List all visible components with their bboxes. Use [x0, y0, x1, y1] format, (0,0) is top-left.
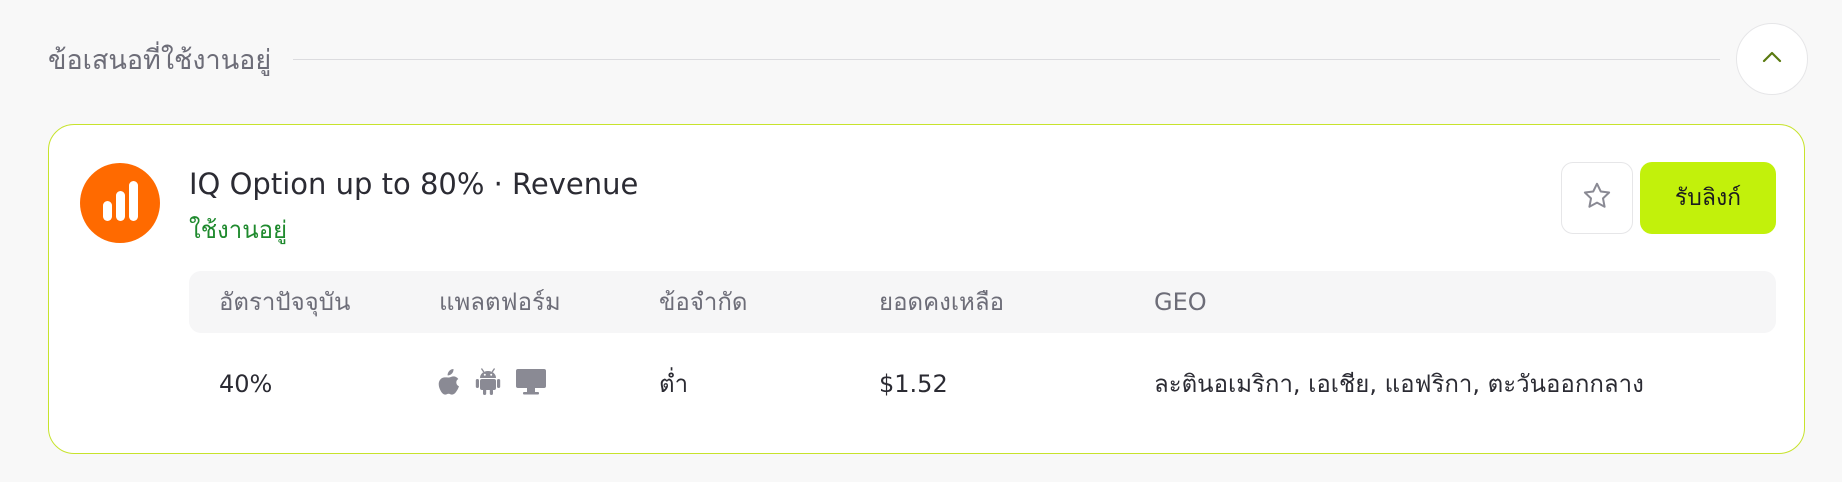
column-header-balance: ยอดคงเหลือ [879, 288, 1004, 316]
apple-icon [437, 368, 461, 396]
offer-card: IQ Option up to 80% · Revenue ใช้งานอยู่… [48, 124, 1805, 454]
platform-icons [437, 365, 547, 399]
collapse-button[interactable] [1736, 23, 1808, 95]
section-divider [293, 58, 1720, 60]
chevron-up-icon [1760, 45, 1784, 73]
column-header-geo: GEO [1154, 288, 1207, 316]
offer-status: ใช้งานอยู่ [189, 216, 288, 244]
offer-title[interactable]: IQ Option up to 80% · Revenue [189, 167, 638, 201]
rate-value: 40% [219, 370, 273, 398]
iq-option-logo-icon [96, 179, 144, 227]
balance-value: $1.52 [879, 370, 948, 398]
desktop-icon [515, 368, 547, 396]
favorite-button[interactable] [1561, 162, 1633, 234]
limit-value: ต่ำ [659, 370, 689, 398]
active-offers-header: ข้อเสนอที่ใช้งานอยู่ [48, 22, 1808, 96]
offer-table-header: อัตราปัจจุบัน แพลตฟอร์ม ข้อจำกัด ยอดคงเห… [189, 271, 1776, 333]
section-title: ข้อเสนอที่ใช้งานอยู่ [48, 44, 272, 76]
geo-value: ละตินอเมริกา, เอเชีย, แอฟริกา, ตะวันออกก… [1154, 370, 1644, 398]
star-outline-icon [1581, 180, 1613, 216]
column-header-platform: แพลตฟอร์ม [439, 288, 561, 316]
get-link-button[interactable]: รับลิงก์ [1640, 162, 1776, 234]
offer-table-row: 40% ต่ำ $1.52 ละตินอเมริกา, เอเชีย, แอฟร… [189, 353, 1776, 415]
android-icon [475, 368, 501, 396]
column-header-limit: ข้อจำกัด [659, 288, 748, 316]
offer-logo [80, 163, 160, 243]
column-header-rate: อัตราปัจจุบัน [219, 288, 351, 316]
